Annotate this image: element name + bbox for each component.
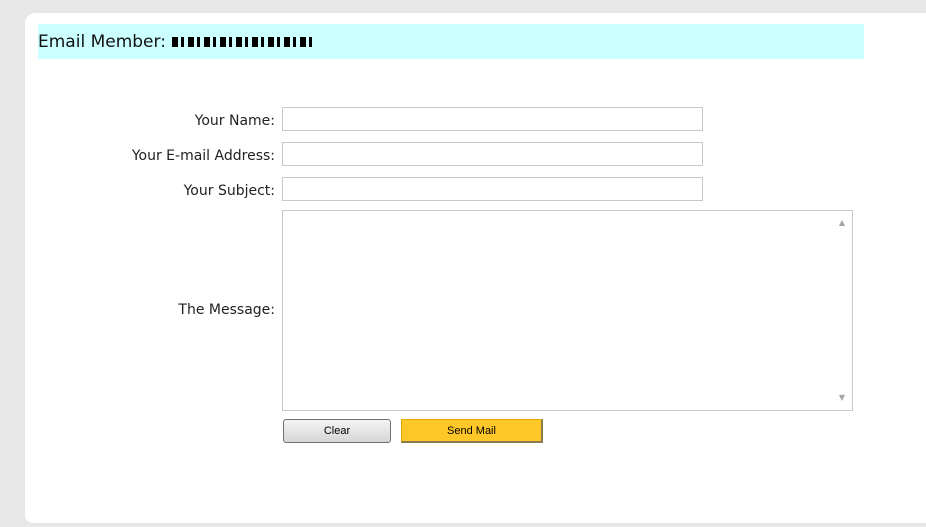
email-member-header: Email Member: Lucas, J. Paul bbox=[38, 24, 864, 59]
scroll-up-arrow-icon[interactable]: ▲ bbox=[834, 214, 850, 230]
header-label: Email Member: bbox=[38, 31, 166, 52]
subject-field[interactable] bbox=[282, 177, 703, 201]
message-label: The Message: bbox=[178, 302, 275, 318]
subject-label: Your Subject: bbox=[183, 183, 275, 199]
name-label: Your Name: bbox=[194, 113, 275, 129]
scroll-down-arrow-icon[interactable]: ▼ bbox=[834, 389, 850, 405]
email-label: Your E-mail Address: bbox=[131, 148, 275, 164]
message-textarea[interactable] bbox=[282, 210, 853, 411]
clear-button[interactable]: Clear bbox=[283, 419, 391, 443]
member-name: Lucas, J. Paul bbox=[171, 32, 314, 52]
name-field[interactable] bbox=[282, 107, 703, 131]
email-field[interactable] bbox=[282, 142, 703, 166]
send-mail-button[interactable]: Send Mail bbox=[401, 419, 543, 443]
